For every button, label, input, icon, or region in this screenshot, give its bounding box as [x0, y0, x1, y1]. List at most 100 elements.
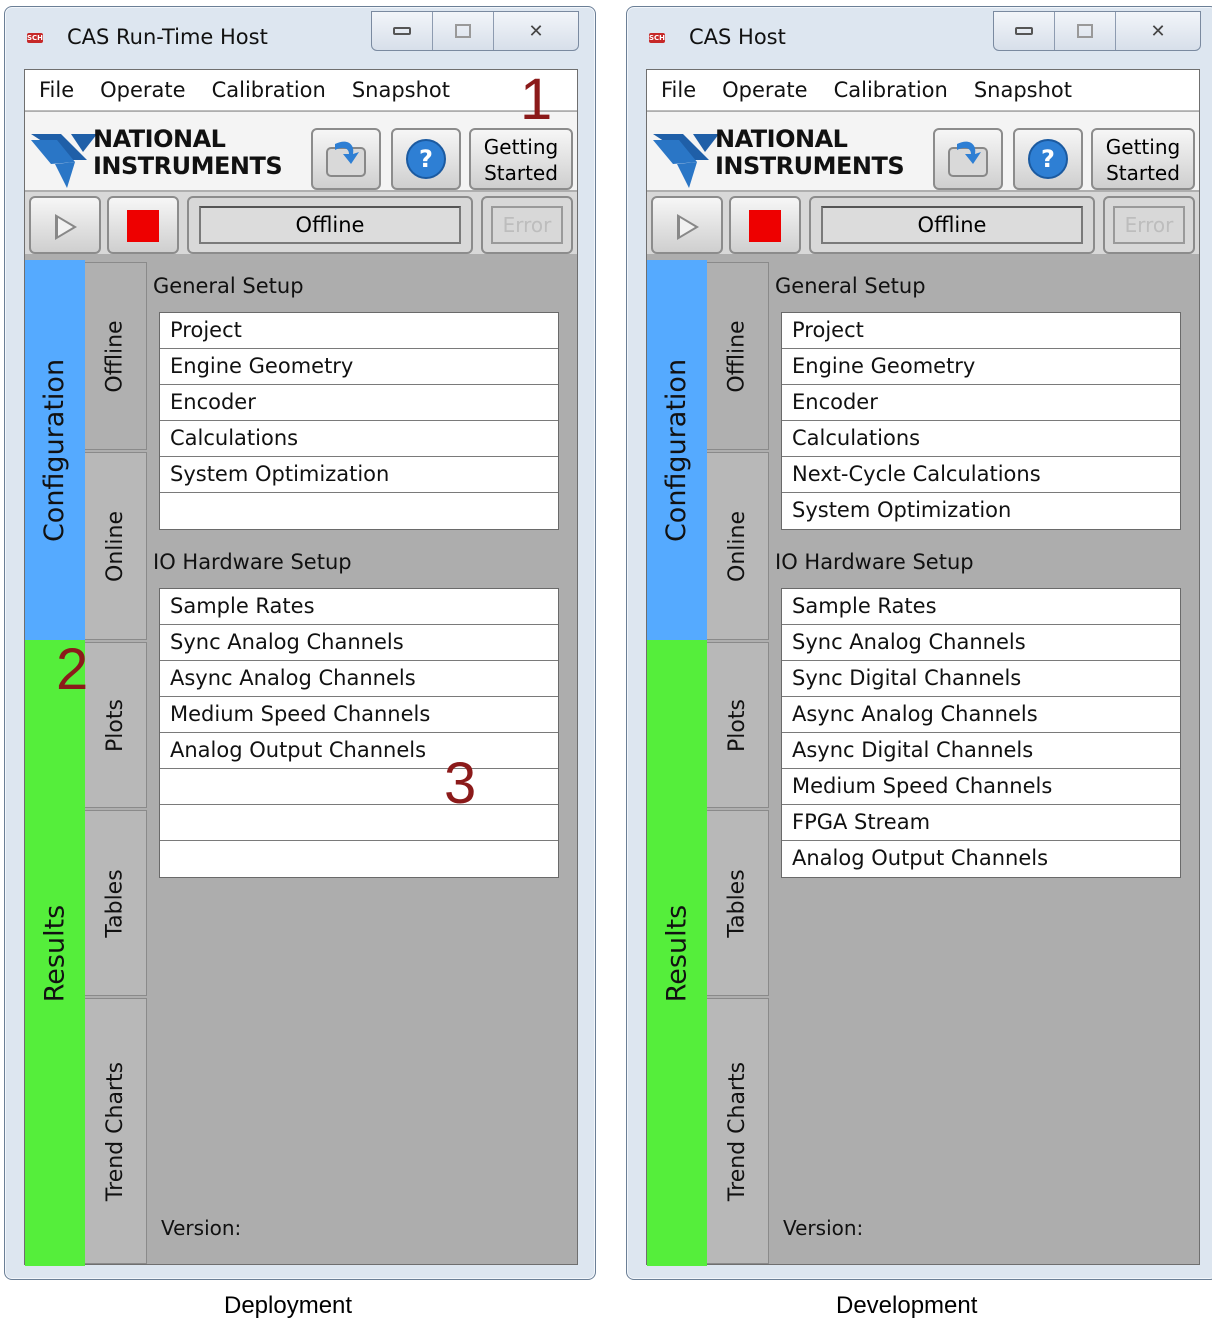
- maximize-button[interactable]: [433, 12, 494, 50]
- minimize-button[interactable]: [372, 12, 433, 50]
- menu-operate[interactable]: Operate: [722, 78, 807, 102]
- list-item[interactable]: Engine Geometry: [782, 349, 1180, 385]
- menu-snapshot[interactable]: Snapshot: [974, 78, 1072, 102]
- error-label: Error: [491, 206, 563, 244]
- close-icon: ✕: [528, 20, 544, 42]
- tab-online[interactable]: Online: [85, 452, 147, 640]
- menu-bar: File Operate Calibration Snapshot: [647, 70, 1199, 111]
- content-panel: General Setup Project Engine Geometry En…: [147, 260, 577, 1264]
- list-item[interactable]: Async Analog Channels: [160, 661, 558, 697]
- configuration-band[interactable]: Configuration: [25, 260, 85, 640]
- general-setup-label: General Setup: [153, 274, 304, 298]
- io-hardware-setup-label: IO Hardware Setup: [153, 550, 352, 574]
- tab-tables[interactable]: Tables: [707, 810, 769, 996]
- error-indicator[interactable]: Error: [481, 196, 573, 254]
- results-band[interactable]: Results: [25, 640, 85, 1266]
- list-item[interactable]: Next-Cycle Calculations: [782, 457, 1180, 493]
- list-item[interactable]: Async Digital Channels: [782, 733, 1180, 769]
- list-item[interactable]: [160, 493, 558, 529]
- list-item[interactable]: Project: [160, 313, 558, 349]
- results-label: Results: [661, 904, 693, 1002]
- list-item[interactable]: [160, 769, 558, 805]
- list-item[interactable]: Encoder: [160, 385, 558, 421]
- minimize-icon: [1015, 27, 1033, 35]
- minimize-button[interactable]: [994, 12, 1055, 50]
- list-item[interactable]: FPGA Stream: [782, 805, 1180, 841]
- tab-online[interactable]: Online: [707, 452, 769, 640]
- list-item[interactable]: Async Analog Channels: [782, 697, 1180, 733]
- list-item[interactable]: [160, 805, 558, 841]
- title-bar[interactable]: SCH CAS Run-Time Host ✕: [5, 7, 595, 67]
- menu-operate[interactable]: Operate: [100, 78, 185, 102]
- tab-offline[interactable]: Offline: [85, 262, 147, 450]
- getting-started-button[interactable]: Getting Started: [469, 128, 573, 190]
- tab-plots[interactable]: Plots: [707, 642, 769, 808]
- title-bar[interactable]: SCH CAS Host ✕: [627, 7, 1212, 67]
- list-item[interactable]: Project: [782, 313, 1180, 349]
- tab-tables[interactable]: Tables: [85, 810, 147, 996]
- results-label: Results: [39, 904, 71, 1002]
- list-item[interactable]: Encoder: [782, 385, 1180, 421]
- list-item[interactable]: [160, 841, 558, 877]
- getting-started-button[interactable]: Getting Started: [1091, 128, 1195, 190]
- stop-icon: [749, 210, 781, 242]
- caption-buttons: ✕: [371, 11, 579, 51]
- version-label: Version:: [783, 1216, 864, 1240]
- menu-calibration[interactable]: Calibration: [834, 78, 948, 102]
- caption-deployment: Deployment: [224, 1292, 353, 1319]
- list-item[interactable]: Analog Output Channels: [160, 733, 558, 769]
- results-band[interactable]: Results: [647, 640, 707, 1266]
- stop-icon: [127, 210, 159, 242]
- list-item[interactable]: System Optimization: [160, 457, 558, 493]
- version-label: Version:: [161, 1216, 242, 1240]
- help-button[interactable]: ?: [1013, 128, 1083, 190]
- list-item[interactable]: Sample Rates: [782, 589, 1180, 625]
- configuration-band[interactable]: Configuration: [647, 260, 707, 640]
- close-button[interactable]: ✕: [494, 12, 578, 50]
- list-item[interactable]: Medium Speed Channels: [782, 769, 1180, 805]
- list-item[interactable]: Analog Output Channels: [782, 841, 1180, 877]
- list-item[interactable]: Sample Rates: [160, 589, 558, 625]
- launch-button[interactable]: [933, 128, 1003, 190]
- tab-plots[interactable]: Plots: [85, 642, 147, 808]
- menu-file[interactable]: File: [39, 78, 74, 102]
- client-area: File Operate Calibration Snapshot NATION…: [24, 69, 578, 1266]
- list-item[interactable]: Sync Analog Channels: [160, 625, 558, 661]
- ni-logo: NATIONAL INSTRUMENTS: [31, 124, 311, 192]
- error-indicator[interactable]: Error: [1103, 196, 1195, 254]
- io-hardware-setup-list: Sample Rates Sync Analog Channels Sync D…: [781, 588, 1181, 878]
- stop-button[interactable]: [729, 196, 801, 254]
- caption-development: Development: [836, 1292, 978, 1319]
- run-button[interactable]: [29, 196, 101, 254]
- list-item[interactable]: Medium Speed Channels: [160, 697, 558, 733]
- tab-trend-charts[interactable]: Trend Charts: [85, 998, 147, 1264]
- development-window: SCH CAS Host ✕ File Operate Calibration …: [626, 6, 1212, 1280]
- launch-button[interactable]: [311, 128, 381, 190]
- list-item[interactable]: Sync Digital Channels: [782, 661, 1180, 697]
- stop-button[interactable]: [107, 196, 179, 254]
- list-item[interactable]: Sync Analog Channels: [782, 625, 1180, 661]
- list-item[interactable]: Engine Geometry: [160, 349, 558, 385]
- help-button[interactable]: ?: [391, 128, 461, 190]
- minimize-icon: [393, 27, 411, 35]
- list-item[interactable]: System Optimization: [782, 493, 1180, 529]
- menu-calibration[interactable]: Calibration: [212, 78, 326, 102]
- app-icon: SCH: [649, 33, 666, 43]
- tab-trend-charts[interactable]: Trend Charts: [707, 998, 769, 1264]
- ni-wordmark: NATIONAL INSTRUMENTS: [715, 125, 905, 180]
- menu-file[interactable]: File: [661, 78, 696, 102]
- annotation-1: 1: [520, 67, 553, 132]
- close-button[interactable]: ✕: [1116, 12, 1200, 50]
- io-hardware-setup-list: Sample Rates Sync Analog Channels Async …: [159, 588, 559, 878]
- list-item[interactable]: Calculations: [782, 421, 1180, 457]
- window-title: CAS Host: [689, 25, 786, 49]
- maximize-button[interactable]: [1055, 12, 1116, 50]
- list-item[interactable]: Calculations: [160, 421, 558, 457]
- tab-offline[interactable]: Offline: [707, 262, 769, 450]
- svg-text:?: ?: [419, 145, 433, 173]
- close-icon: ✕: [1150, 20, 1166, 42]
- run-button[interactable]: [651, 196, 723, 254]
- menu-snapshot[interactable]: Snapshot: [352, 78, 450, 102]
- status-display: Offline: [809, 196, 1095, 254]
- status-text: Offline: [821, 206, 1083, 244]
